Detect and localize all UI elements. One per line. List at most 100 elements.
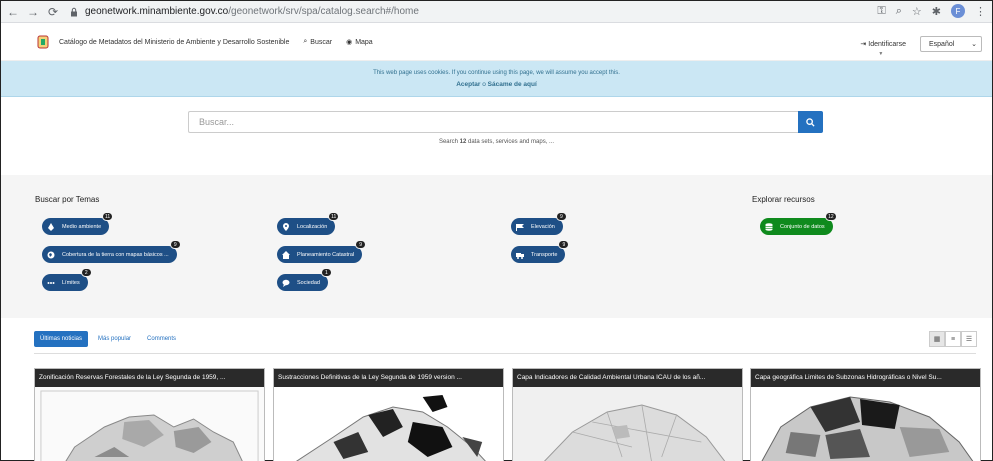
caret-down-icon: ▼ bbox=[878, 51, 884, 57]
topic-count-badge: 9 bbox=[558, 240, 570, 249]
lock-icon bbox=[71, 7, 77, 16]
topic-count-badge: 9 bbox=[555, 212, 567, 221]
record-thumbnail bbox=[35, 387, 264, 461]
tab-latest[interactable]: Últimas noticias bbox=[34, 331, 89, 347]
topic-label: Planeamiento Catastral bbox=[297, 251, 355, 258]
map-nav-label: Mapa bbox=[355, 38, 373, 46]
topic-label: Límites bbox=[62, 279, 80, 286]
record-thumbnail bbox=[513, 387, 742, 461]
star-icon[interactable]: ☆ bbox=[912, 5, 922, 18]
topic-medio-ambiente[interactable]: Medio ambiente 11 bbox=[42, 212, 114, 235]
view-switcher: ▦ ≡ ☰ bbox=[929, 331, 977, 347]
search-nav-link[interactable]: ⌕ Buscar bbox=[303, 38, 332, 46]
topic-localizacion[interactable]: Localización 11 bbox=[277, 212, 340, 235]
map-nav-link[interactable]: ◉ Mapa bbox=[346, 38, 373, 47]
login-label: Identificarse bbox=[868, 41, 906, 48]
compact-list-icon[interactable]: ☰ bbox=[961, 331, 977, 347]
record-card[interactable]: Sustracciones Definitivas de la Ley Segu… bbox=[273, 368, 504, 461]
address-bar[interactable]: geonetwork.minambiente.gov.co/geonetwork… bbox=[69, 4, 729, 20]
forward-icon[interactable]: → bbox=[25, 4, 41, 20]
url-path: /geonetwork/srv/spa/catalog.search#/home bbox=[228, 6, 419, 17]
search-input[interactable]: Buscar... bbox=[188, 111, 798, 133]
record-card[interactable]: Zonificación Reservas Forestales de la L… bbox=[34, 368, 265, 461]
search-icon: ⌕ bbox=[303, 38, 308, 45]
flag-icon bbox=[515, 222, 525, 232]
list-view-icon[interactable]: ≡ bbox=[945, 331, 961, 347]
resource-count-badge: 12 bbox=[825, 212, 837, 221]
record-title[interactable]: Sustracciones Definitivas de la Ley Segu… bbox=[274, 369, 503, 387]
topic-count-badge: 11 bbox=[101, 212, 114, 221]
resource-dataset[interactable]: Conjunto de datos 12 bbox=[760, 212, 837, 235]
chevron-down-icon: ⌄ bbox=[971, 41, 977, 48]
site-header: Catálogo de Metadatos del Ministerio de … bbox=[1, 24, 992, 61]
record-thumbnail bbox=[274, 387, 503, 461]
record-card[interactable]: Capa Indicadores de Calidad Ambiental Ur… bbox=[512, 368, 743, 461]
topic-count-badge: 9 bbox=[169, 240, 181, 249]
globe-icon bbox=[46, 250, 56, 260]
cookie-separator: o bbox=[482, 81, 486, 88]
topic-cobertura[interactable]: Cobertura de la tierra con mapas básicos… bbox=[42, 240, 181, 263]
browser-toolbar: ← → ⟳ geonetwork.minambiente.gov.co/geon… bbox=[1, 1, 992, 23]
cookie-leave-link[interactable]: Sácame de aquí bbox=[488, 81, 537, 88]
cookie-banner: This web page uses cookies. If you conti… bbox=[1, 61, 992, 97]
zoom-icon[interactable]: ⌕ bbox=[896, 5, 902, 18]
record-card[interactable]: Capa geográfica Limites de Subzonas Hidr… bbox=[750, 368, 981, 461]
record-title[interactable]: Capa Indicadores de Calidad Ambiental Ur… bbox=[513, 369, 742, 387]
site-title[interactable]: Catálogo de Metadatos del Ministerio de … bbox=[59, 39, 289, 46]
search-nav-label: Buscar bbox=[310, 38, 333, 46]
language-value: Español bbox=[929, 40, 955, 48]
topic-elevacion[interactable]: Elevación 9 bbox=[511, 212, 567, 235]
tab-popular[interactable]: Más popular bbox=[92, 331, 137, 347]
login-link[interactable]: ⇥ Identificarse ▼ bbox=[860, 40, 906, 57]
menu-icon[interactable]: ⋮ bbox=[975, 5, 986, 18]
map-marker-icon bbox=[281, 222, 291, 232]
tabs-divider bbox=[34, 353, 976, 354]
search-icon bbox=[806, 117, 815, 127]
back-icon[interactable]: ← bbox=[5, 4, 21, 20]
search-button[interactable] bbox=[798, 111, 823, 133]
explore-heading: Explorar recursos bbox=[752, 195, 815, 204]
topics-heading: Buscar por Temas bbox=[35, 195, 100, 204]
extensions-icon[interactable]: ✱ bbox=[932, 5, 941, 18]
topic-planeamiento[interactable]: Planeamiento Catastral 9 bbox=[277, 240, 367, 263]
topic-count-badge: 2 bbox=[80, 268, 92, 277]
reload-icon[interactable]: ⟳ bbox=[45, 4, 61, 20]
ministry-logo-icon[interactable] bbox=[37, 35, 49, 49]
profile-avatar[interactable]: F bbox=[951, 4, 965, 18]
topic-sociedad[interactable]: Sociedad 1 bbox=[277, 268, 332, 291]
grid-view-icon[interactable]: ▦ bbox=[929, 331, 945, 347]
topic-transporte[interactable]: Transporte 9 bbox=[511, 240, 570, 263]
record-title[interactable]: Zonificación Reservas Forestales de la L… bbox=[35, 369, 264, 387]
url-domain: geonetwork.minambiente.gov.co bbox=[85, 6, 229, 17]
record-thumbnail bbox=[751, 387, 980, 461]
resource-label: Conjunto de datos bbox=[780, 223, 825, 230]
topic-count-badge: 1 bbox=[320, 268, 332, 277]
leaf-icon bbox=[46, 222, 56, 232]
topic-label: Localización bbox=[297, 223, 328, 230]
comments-icon bbox=[281, 278, 291, 288]
results-tabs: Últimas noticias Más popular Comments bbox=[34, 331, 182, 347]
search-section: Buscar... Search 12 data sets, services … bbox=[1, 97, 992, 175]
search-summary: Search 12 data sets, services and maps, … bbox=[1, 139, 992, 145]
record-title[interactable]: Capa geográfica Limites de Subzonas Hidr… bbox=[751, 369, 980, 387]
topic-limites[interactable]: Límites 2 bbox=[42, 268, 92, 291]
topic-label: Transporte bbox=[531, 251, 558, 258]
topic-label: Elevación bbox=[531, 223, 555, 230]
search-summary-suffix: data sets, services and maps, ... bbox=[466, 139, 555, 145]
topics-section: Buscar por Temas Explorar recursos Medio… bbox=[1, 175, 992, 318]
home-icon bbox=[281, 250, 291, 260]
key-icon[interactable]: ⚿ bbox=[877, 5, 885, 18]
topic-count-badge: 11 bbox=[328, 212, 340, 221]
truck-icon bbox=[515, 250, 525, 260]
topic-count-badge: 9 bbox=[355, 240, 367, 249]
language-select[interactable]: Español ⌄ bbox=[920, 36, 982, 52]
cookie-accept-button[interactable]: Aceptar bbox=[456, 81, 480, 88]
tab-comments[interactable]: Comments bbox=[141, 331, 182, 347]
cookie-message: This web page uses cookies. If you conti… bbox=[373, 70, 620, 76]
database-icon bbox=[764, 222, 774, 232]
dots-icon bbox=[46, 278, 56, 288]
search-summary-prefix: Search bbox=[438, 139, 460, 145]
sign-in-icon: ⇥ bbox=[860, 41, 867, 48]
topic-label: Medio ambiente bbox=[62, 223, 102, 230]
globe-icon: ◉ bbox=[346, 39, 353, 46]
